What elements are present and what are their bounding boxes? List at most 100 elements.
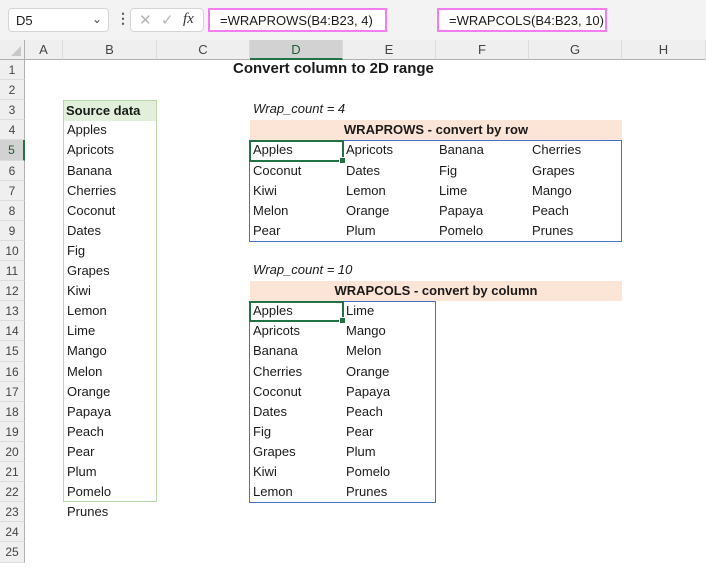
wraprows-cell[interactable]: Coconut	[250, 161, 343, 181]
row-header-9[interactable]: 9	[0, 221, 25, 241]
name-box[interactable]: D5 ⌄	[8, 8, 109, 32]
wrapcols-cell[interactable]: Fig	[250, 422, 343, 442]
wrapcols-cell[interactable]: Plum	[343, 442, 436, 462]
source-data-cell[interactable]: Melon	[64, 362, 156, 382]
wrapcols-cell[interactable]: Peach	[343, 402, 436, 422]
row-header-15[interactable]: 15	[0, 341, 25, 362]
wrapcols-cell[interactable]: Cherries	[250, 362, 343, 382]
cancel-icon[interactable]: ✕	[139, 11, 152, 29]
row-header-13[interactable]: 13	[0, 301, 25, 321]
wrapcols-cell[interactable]: Papaya	[343, 382, 436, 402]
wrapcols-cell[interactable]: Dates	[250, 402, 343, 422]
wraprows-cell[interactable]: Pear	[250, 221, 343, 241]
wraprows-cell[interactable]: Fig	[436, 161, 529, 181]
column-header-h[interactable]: H	[622, 40, 706, 60]
wrapcols-cell[interactable]: Pear	[343, 422, 436, 442]
wrapcols-cell[interactable]: Coconut	[250, 382, 343, 402]
wrapcols-cell[interactable]: Banana	[250, 341, 343, 361]
wraprows-cell[interactable]: Banana	[436, 140, 529, 160]
wrapcols-cell[interactable]: Kiwi	[250, 462, 343, 482]
row-header-6[interactable]: 6	[0, 161, 25, 181]
source-data-cell[interactable]: Orange	[64, 382, 156, 402]
source-data-cell[interactable]: Coconut	[64, 201, 156, 221]
formula-input[interactable]: =WRAPROWS(B4:B23, 4)	[208, 8, 387, 32]
column-header-a[interactable]: A	[25, 40, 63, 60]
row-header-10[interactable]: 10	[0, 241, 25, 261]
more-options-icon[interactable]: ⋮	[116, 10, 130, 27]
source-data-cell[interactable]: Lemon	[64, 301, 156, 321]
wraprows-cell[interactable]: Prunes	[529, 221, 622, 241]
row-header-8[interactable]: 8	[0, 201, 25, 221]
wrapcols-cell[interactable]: Orange	[343, 362, 436, 382]
row-header-19[interactable]: 19	[0, 422, 25, 442]
select-all-button[interactable]	[0, 40, 25, 60]
row-header-2[interactable]: 2	[0, 80, 25, 100]
wraprows-cell[interactable]: Dates	[343, 161, 436, 181]
wraprows-cell[interactable]: Grapes	[529, 161, 622, 181]
wraprows-cell[interactable]: Orange	[343, 201, 436, 221]
row-header-17[interactable]: 17	[0, 382, 25, 402]
column-header-e[interactable]: E	[343, 40, 436, 60]
wraprows-cell[interactable]: Mango	[529, 181, 622, 201]
wraprows-cell[interactable]: Peach	[529, 201, 622, 221]
source-data-cell[interactable]: Kiwi	[64, 281, 156, 301]
row-header-7[interactable]: 7	[0, 181, 25, 201]
worksheet-grid[interactable]: A B C D E F G H 1 2 3 4 5 6 7 8 9 10 11 12 13 14 15 16 17 18 19 20 2…	[0, 40, 706, 573]
column-header-d[interactable]: D	[250, 40, 343, 60]
row-header-25[interactable]: 25	[0, 542, 25, 563]
row-header-16[interactable]: 16	[0, 362, 25, 382]
row-header-18[interactable]: 18	[0, 402, 25, 422]
wraprows-cell[interactable]: Pomelo	[436, 221, 529, 241]
source-data-cell[interactable]: Pomelo	[64, 482, 156, 502]
source-data-cell[interactable]: Papaya	[64, 402, 156, 422]
source-data-cell[interactable]: Apples	[64, 120, 156, 140]
source-data-cell[interactable]: Prunes	[64, 502, 156, 522]
row-header-23[interactable]: 23	[0, 502, 25, 522]
wraprows-cell[interactable]: Papaya	[436, 201, 529, 221]
row-header-11[interactable]: 11	[0, 261, 25, 281]
wrapcols-cell[interactable]: Mango	[343, 321, 436, 341]
source-data-cell[interactable]: Plum	[64, 462, 156, 482]
row-header-4[interactable]: 4	[0, 120, 25, 140]
wrapcols-cell[interactable]: Grapes	[250, 442, 343, 462]
wraprows-cell[interactable]: Lemon	[343, 181, 436, 201]
source-data-cell[interactable]: Cherries	[64, 181, 156, 201]
row-header-1[interactable]: 1	[0, 60, 25, 80]
row-header-12[interactable]: 12	[0, 281, 25, 301]
row-header-5[interactable]: 5	[0, 140, 25, 161]
wrapcols-cell[interactable]: Prunes	[343, 482, 436, 502]
source-data-cell[interactable]: Pear	[64, 442, 156, 462]
active-cell[interactable]	[249, 140, 346, 164]
wrapcols-cell[interactable]: Lemon	[250, 482, 343, 502]
row-header-21[interactable]: 21	[0, 462, 25, 482]
source-data-cell[interactable]: Peach	[64, 422, 156, 442]
row-header-3[interactable]: 3	[0, 100, 25, 120]
row-header-14[interactable]: 14	[0, 321, 25, 341]
wrapcols-cell[interactable]: Apricots	[250, 321, 343, 341]
source-data-cell[interactable]: Apricots	[64, 140, 156, 160]
row-header-24[interactable]: 24	[0, 522, 25, 542]
insert-function-icon[interactable]: fx	[183, 11, 194, 28]
column-header-f[interactable]: F	[436, 40, 529, 60]
wraprows-cell[interactable]: Plum	[343, 221, 436, 241]
enter-icon[interactable]: ✓	[161, 11, 174, 29]
source-data-cell[interactable]: Fig	[64, 241, 156, 261]
source-data-cell[interactable]: Lime	[64, 321, 156, 341]
wrapcols-cell[interactable]: Pomelo	[343, 462, 436, 482]
column-header-b[interactable]: B	[63, 40, 157, 60]
source-data-cell[interactable]: Dates	[64, 221, 156, 241]
column-header-g[interactable]: G	[529, 40, 622, 60]
wraprows-cell[interactable]: Lime	[436, 181, 529, 201]
wraprows-cell[interactable]: Melon	[250, 201, 343, 221]
wrapcols-cell[interactable]: Melon	[343, 341, 436, 361]
wraprows-cell[interactable]: Apricots	[343, 140, 436, 160]
wraprows-cell[interactable]: Kiwi	[250, 181, 343, 201]
wraprows-cell[interactable]: Cherries	[529, 140, 622, 160]
chevron-down-icon[interactable]: ⌄	[92, 12, 102, 26]
wrapcols-cell[interactable]: Lime	[343, 301, 436, 321]
column-header-c[interactable]: C	[157, 40, 250, 60]
source-data-cell[interactable]: Grapes	[64, 261, 156, 281]
row-header-20[interactable]: 20	[0, 442, 25, 462]
source-data-cell[interactable]: Banana	[64, 161, 156, 181]
row-header-22[interactable]: 22	[0, 482, 25, 502]
